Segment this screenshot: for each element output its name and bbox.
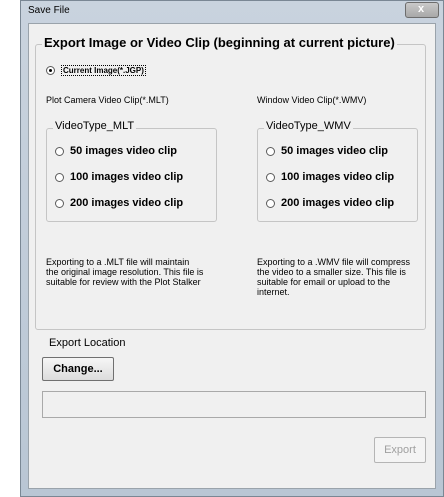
radio-unchecked-icon: [55, 146, 64, 156]
export-group-legend: Export Image or Video Clip (beginning at…: [42, 35, 397, 50]
wmv-heading: Window Video Clip(*.WMV): [257, 95, 367, 105]
current-image-radio[interactable]: Current Image(*.JGP): [46, 65, 146, 76]
dialog-content: Export Image or Video Clip (beginning at…: [28, 23, 436, 489]
title-bar[interactable]: Save File x: [21, 1, 443, 23]
wmv-option-50-label: 50 images video clip: [281, 145, 388, 157]
mlt-video-type-group: VideoType_MLT 50 images video clip 100 i…: [46, 120, 217, 222]
window-title: Save File: [28, 5, 70, 16]
wmv-option-100[interactable]: 100 images video clip: [266, 171, 394, 183]
export-group: Export Image or Video Clip (beginning at…: [35, 35, 426, 330]
close-icon: x: [418, 3, 425, 15]
mlt-option-50[interactable]: 50 images video clip: [55, 145, 177, 157]
mlt-option-100-label: 100 images video clip: [70, 171, 184, 183]
export-location-label: Export Location: [49, 337, 126, 349]
wmv-option-200-label: 200 images video clip: [281, 197, 395, 209]
wmv-video-type-group: VideoType_WMV 50 images video clip 100 i…: [257, 120, 418, 222]
current-image-label: Current Image(*.JGP): [61, 65, 146, 76]
mlt-description: Exporting to a .MLT file will maintain t…: [46, 257, 204, 287]
wmv-option-100-label: 100 images video clip: [281, 171, 395, 183]
radio-unchecked-icon: [55, 172, 64, 182]
mlt-option-200-label: 200 images video clip: [70, 197, 184, 209]
wmv-description: Exporting to a .WMV file will compress t…: [257, 257, 411, 297]
export-button[interactable]: Export: [374, 437, 426, 463]
mlt-option-50-label: 50 images video clip: [70, 145, 177, 157]
save-file-dialog: Save File x Export Image or Video Clip (…: [20, 0, 444, 497]
mlt-option-200[interactable]: 200 images video clip: [55, 197, 183, 209]
radio-unchecked-icon: [266, 198, 275, 208]
wmv-option-50[interactable]: 50 images video clip: [266, 145, 388, 157]
mlt-group-legend: VideoType_MLT: [53, 120, 137, 132]
wmv-group-legend: VideoType_WMV: [264, 120, 353, 132]
radio-unchecked-icon: [55, 198, 64, 208]
radio-checked-icon: [46, 66, 55, 75]
change-button[interactable]: Change...: [42, 357, 114, 381]
radio-unchecked-icon: [266, 172, 275, 182]
radio-unchecked-icon: [266, 146, 275, 156]
mlt-heading: Plot Camera Video Clip(*.MLT): [46, 95, 169, 105]
mlt-option-100[interactable]: 100 images video clip: [55, 171, 183, 183]
close-button[interactable]: x: [405, 2, 439, 18]
export-path-field[interactable]: [42, 391, 426, 418]
wmv-option-200[interactable]: 200 images video clip: [266, 197, 394, 209]
